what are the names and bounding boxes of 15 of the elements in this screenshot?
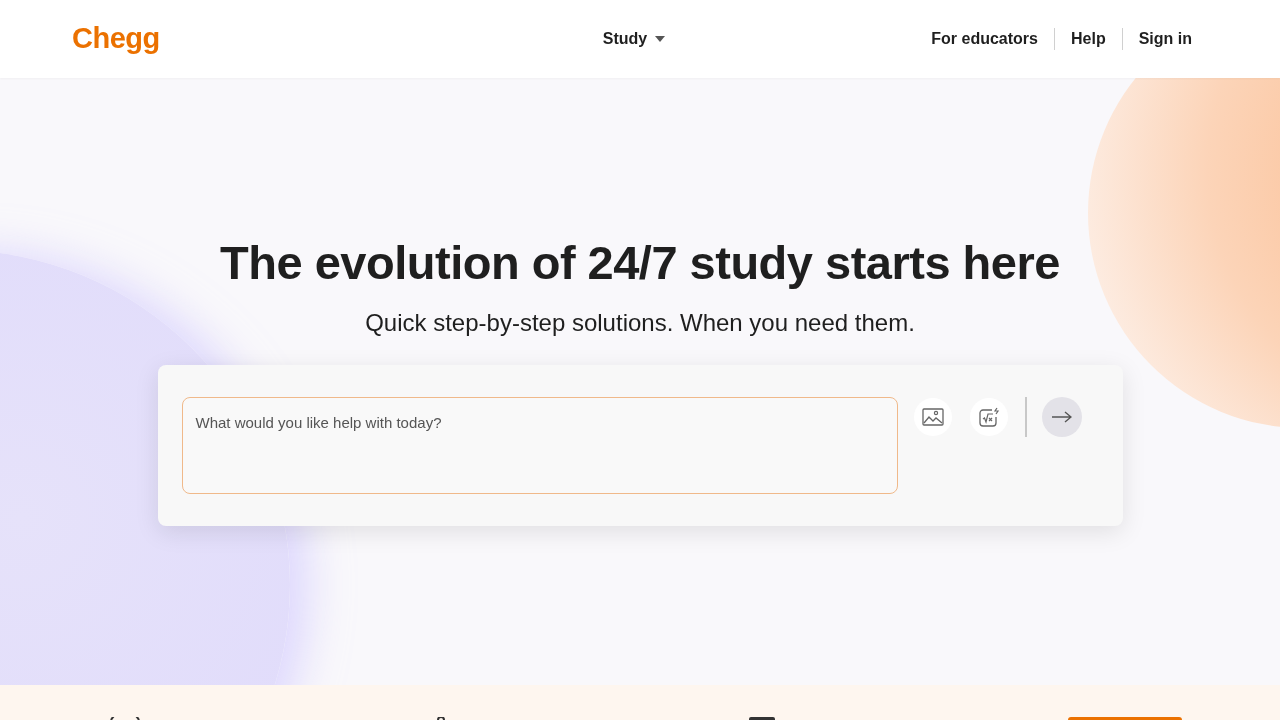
arrow-right-icon [1051,411,1072,423]
round-icon [437,717,445,720]
caret-icon [655,36,666,42]
math-input-button[interactable] [969,398,1008,436]
hero-title: The evolution of 24/7 study starts here [220,236,1060,290]
image-icon [921,408,944,426]
question-field[interactable]: What would you like help with today? [181,397,898,494]
hero-subtitle: Quick step-by-step solutions. When you need them. [365,308,915,338]
nav-link[interactable]: For educators [931,27,1038,51]
study-menu[interactable]: Study [602,27,666,51]
image-upload-button[interactable] [913,398,952,436]
nav-link[interactable]: Help [1071,27,1106,51]
nav-link[interactable]: Sign in [1138,27,1192,51]
square-root-icon [977,407,1000,427]
submit-button[interactable] [1041,397,1082,437]
